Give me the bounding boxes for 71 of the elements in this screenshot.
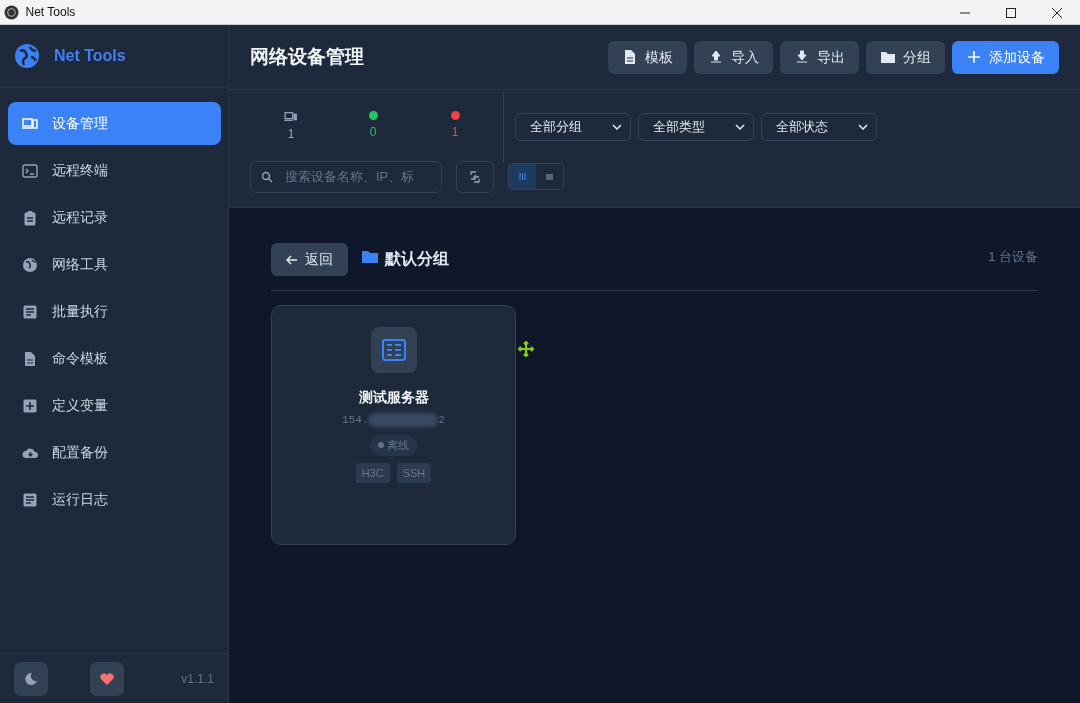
- back-button[interactable]: 返回: [271, 243, 348, 276]
- group-title: 默认分组: [385, 248, 449, 269]
- status-dot-icon: [450, 110, 460, 120]
- ip-address: 154. 2: [342, 411, 445, 428]
- sidebar-item[interactable]: 命令模板: [8, 337, 221, 380]
- sidebar-item[interactable]: 网络工具: [8, 243, 221, 286]
- sidebar-item[interactable]: 运行日志: [8, 478, 221, 521]
- favorite-button[interactable]: [90, 661, 124, 696]
- refresh-icon: [468, 169, 482, 184]
- maximize-icon: [1006, 7, 1016, 18]
- search-field[interactable]: 搜索设备名称、IP、标: [250, 160, 442, 193]
- grid-view-icon: [519, 173, 526, 180]
- search-icon: [261, 170, 273, 183]
- heart-icon: [99, 671, 115, 686]
- app-icon: [3, 4, 19, 20]
- sidebar-item[interactable]: 定义变量: [8, 384, 221, 427]
- refresh-button[interactable]: [456, 160, 494, 193]
- document-icon: [622, 49, 638, 65]
- sidebar-item[interactable]: 远程终端: [8, 149, 221, 192]
- filter-dropdown[interactable]: 全部状态: [760, 113, 877, 141]
- toolbar-button[interactable]: 分组: [866, 40, 945, 74]
- toolbar-button[interactable]: 导出: [780, 40, 859, 74]
- device-tag: H3C: [355, 462, 390, 483]
- stat-value: 1: [287, 126, 295, 144]
- folder-icon: [362, 250, 378, 263]
- devices-icon: [22, 115, 38, 132]
- terminal-icon: [22, 162, 38, 179]
- status-dot-icon: [368, 110, 378, 120]
- plus-icon: [966, 49, 982, 65]
- stat-value: 1: [451, 124, 459, 142]
- plus-icon: [22, 397, 38, 414]
- toolbar-button[interactable]: 导入: [694, 40, 773, 74]
- sidebar-item[interactable]: 设备管理: [8, 102, 221, 145]
- filter-dropdown[interactable]: 全部分组: [514, 113, 631, 141]
- sidebar-item[interactable]: 配置备份: [8, 431, 221, 474]
- device-tag: SSH: [396, 462, 432, 483]
- add-device-button[interactable]: 添加设备: [952, 40, 1059, 74]
- document-icon: [22, 350, 38, 367]
- device-count: 1 台设备: [988, 247, 1038, 266]
- window-title: Net Tools: [25, 4, 76, 21]
- move-cursor-icon: [518, 341, 534, 357]
- chevron-down-icon: [734, 124, 745, 130]
- device-name: 测试服务器: [358, 388, 429, 407]
- clipboard-icon: [22, 209, 38, 226]
- device-card[interactable]: 测试服务器 154. 2 离线 H3C SSH: [271, 305, 516, 545]
- status-badge: 离线: [369, 435, 418, 456]
- chevron-down-icon: [611, 124, 622, 130]
- theme-toggle-button[interactable]: [14, 661, 48, 696]
- sidebar-item[interactable]: 批量执行: [8, 290, 221, 333]
- devices-icon: [284, 110, 298, 122]
- list-icon: [22, 303, 38, 320]
- app-name: Net Tools: [54, 46, 126, 66]
- redaction-blur: [368, 412, 439, 427]
- page-title: 网络设备管理: [250, 45, 364, 69]
- arrow-left-icon: [286, 253, 298, 266]
- upload-icon: [708, 49, 724, 65]
- globe-icon: [22, 256, 38, 273]
- stat-value: 0: [369, 124, 377, 142]
- chevron-down-icon: [857, 124, 868, 130]
- version-label: v1.1.1: [181, 670, 214, 688]
- list-icon: [22, 491, 38, 508]
- close-icon: [1052, 7, 1062, 18]
- filter-dropdown[interactable]: 全部类型: [637, 113, 754, 141]
- sidebar-item[interactable]: 远程记录: [8, 196, 221, 239]
- moon-icon: [24, 671, 38, 686]
- list-view-icon: [546, 173, 553, 180]
- server-icon: [370, 327, 417, 373]
- toolbar-button[interactable]: 模板: [608, 40, 687, 74]
- globe-icon: [14, 43, 40, 69]
- folder-icon: [880, 49, 896, 65]
- download-icon: [794, 49, 810, 65]
